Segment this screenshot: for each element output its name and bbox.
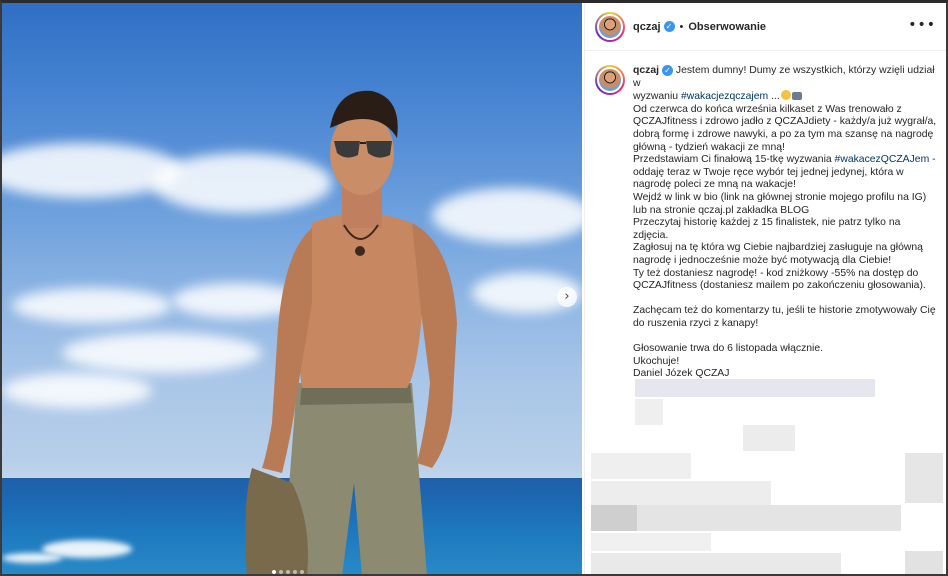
photo-cloud <box>62 333 262 373</box>
caption-body: Od czerwca do końca września kilkaset z … <box>633 104 938 381</box>
following-button[interactable]: Obserwowanie <box>688 21 766 33</box>
chevron-right-icon: › <box>564 289 570 304</box>
caption-second-line: wyzwaniu #wakacjezqczajem ... <box>633 90 938 104</box>
verified-badge-icon: ✓ <box>662 65 673 76</box>
ship-emoji-icon <box>791 92 802 101</box>
photo-person <box>245 90 457 574</box>
caption-body-part: - oddaję teraz w Twoje ręce wybór tej je… <box>633 154 936 380</box>
carousel-dot <box>272 570 276 574</box>
instagram-post-window: › qczaj ✓ • Obserwowanie ••• qczaj ✓ Jest… <box>0 0 948 576</box>
carousel-dot <box>279 570 283 574</box>
sun-emoji-icon <box>780 90 791 101</box>
carousel-dot <box>286 570 290 574</box>
photo-wave <box>2 553 62 563</box>
photo-cloud <box>12 288 172 323</box>
caption-line: ... <box>768 91 780 103</box>
hashtag-link[interactable]: #wakacezQCZAJem <box>835 154 930 165</box>
carousel-dots <box>272 570 304 574</box>
avatar[interactable] <box>595 11 625 42</box>
carousel-dot <box>293 570 297 574</box>
caption-line: wyzwaniu <box>633 91 681 103</box>
username-link[interactable]: qczaj <box>633 21 661 33</box>
caption-username[interactable]: qczaj <box>633 65 659 76</box>
post-side-panel: qczaj ✓ • Obserwowanie ••• qczaj ✓ Jestem… <box>584 3 946 574</box>
post-photo[interactable]: › <box>2 3 582 574</box>
photo-cloud <box>2 373 152 408</box>
more-options-icon[interactable]: ••• <box>908 17 936 33</box>
caption-block: qczaj ✓ Jestem dumny! Dumy ze wszystkich,… <box>585 51 946 381</box>
verified-badge-icon: ✓ <box>663 21 675 32</box>
caption-first-line: qczaj ✓ Jestem dumny! Dumy ze wszystkich,… <box>633 65 938 90</box>
caption-text: qczaj ✓ Jestem dumny! Dumy ze wszystkich,… <box>633 65 938 381</box>
avatar[interactable] <box>595 65 625 95</box>
carousel-next-button[interactable]: › <box>557 287 577 307</box>
post-header: qczaj ✓ • Obserwowanie ••• <box>585 3 946 51</box>
hashtag-link[interactable]: #wakacjezqczajem <box>681 91 768 102</box>
caption-line: Jestem dumny! Dumy ze wszystkich, którzy… <box>633 65 938 89</box>
separator-dot: • <box>679 20 684 33</box>
carousel-dot <box>300 570 304 574</box>
